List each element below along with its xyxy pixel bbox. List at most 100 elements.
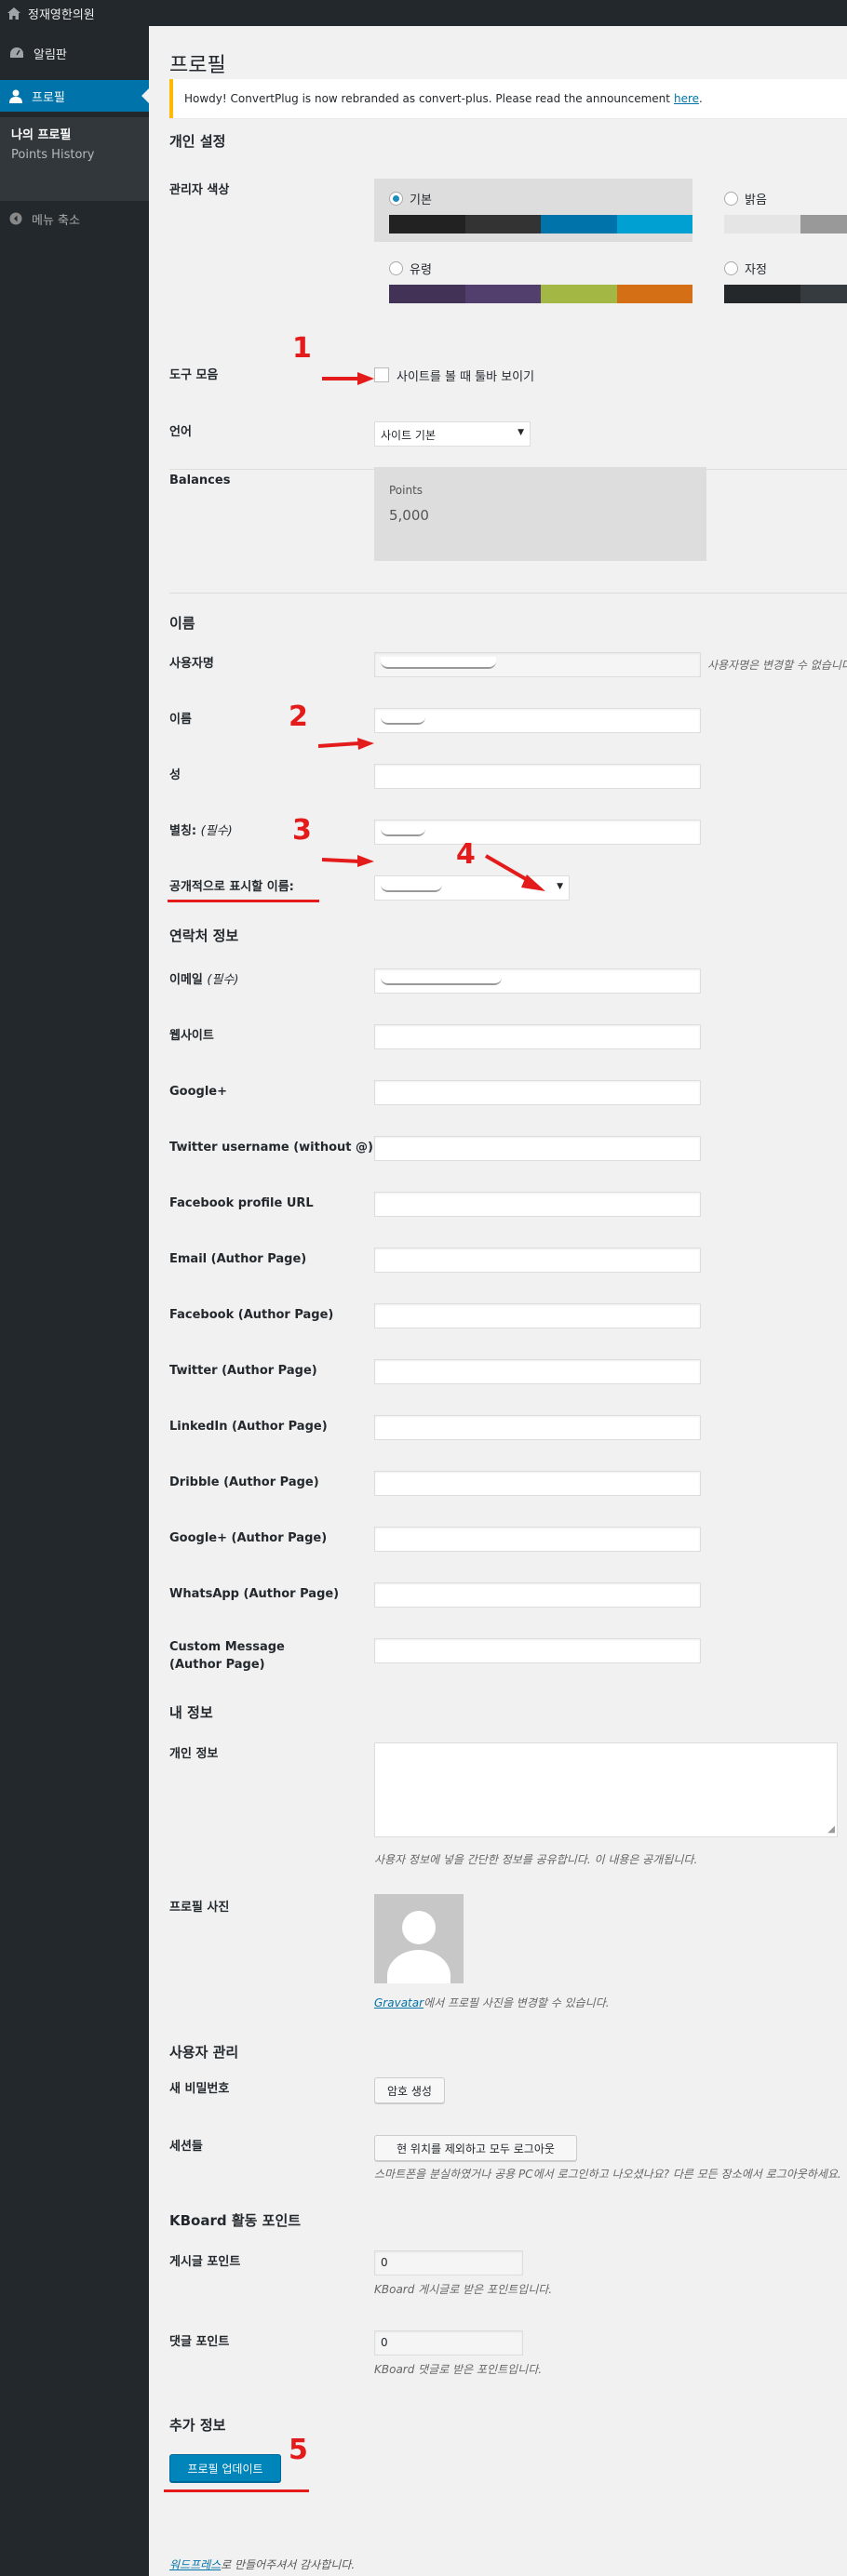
color-scheme-ectoplasm[interactable]: 유령: [374, 248, 692, 312]
generate-password-button[interactable]: 암호 생성: [374, 2077, 445, 2103]
username-description: 사용자명은 변경할 수 없습니다.: [707, 659, 847, 672]
color-scheme-radio[interactable]: [389, 192, 403, 206]
notice-link[interactable]: here: [674, 92, 699, 105]
color-swatches: [724, 215, 847, 234]
chevron-down-icon: ▼: [518, 428, 524, 437]
footer-credit: 워드프레스로 만들어주셔서 감사합니다.: [169, 2556, 355, 2572]
collapse-menu-button[interactable]: 메뉴 축소: [0, 205, 149, 233]
comment-points-label: 댓글 포인트: [169, 2335, 230, 2349]
toolbar-checkbox-label: 사이트를 볼 때 툴바 보이기: [397, 370, 535, 384]
color-scheme-name: 밝음: [745, 194, 767, 207]
last-name-field[interactable]: [374, 764, 701, 789]
update-profile-button[interactable]: 프로필 업데이트: [169, 2454, 281, 2482]
color-swatches: [389, 215, 692, 234]
color-scheme-light[interactable]: 밝음: [709, 179, 847, 242]
footer-text: 로 만들어주셔서 감사합니다.: [221, 2558, 356, 2571]
annotation-arrow-icon: [484, 854, 545, 891]
annotation-5: 5: [289, 2434, 308, 2466]
email-label-text: 이메일: [169, 973, 203, 987]
nickname-label-text: 별칭:: [169, 824, 197, 838]
post-points-label: 게시글 포인트: [169, 2255, 241, 2269]
whatsapp-author-label: WhatsApp (Author Page): [169, 1587, 340, 1601]
personal-settings-heading: 개인 설정: [169, 133, 226, 150]
avatar: [374, 1894, 464, 1983]
google-plus-label: Google+: [169, 1085, 228, 1099]
color-scheme-radio[interactable]: [724, 261, 738, 275]
language-select[interactable]: 사이트 기본 ▼: [374, 421, 531, 447]
annotation-3: 3: [292, 814, 312, 847]
toolbar-checkbox[interactable]: [374, 367, 389, 382]
site-name-link[interactable]: 정재영한의원: [7, 5, 95, 22]
annotation-arrow-icon: [317, 738, 374, 750]
logout-everywhere-button[interactable]: 현 위치를 제외하고 모두 로그아웃: [374, 2135, 577, 2161]
convertplug-notice: Howdy! ConvertPlug is now rebranded as c…: [169, 79, 847, 118]
menu-dashboard-label: 알림판: [34, 47, 67, 62]
twitter-author-field[interactable]: [374, 1359, 701, 1384]
menu-dashboard[interactable]: 알림판: [0, 37, 149, 69]
chevron-down-icon: ▼: [557, 882, 563, 891]
custom-message-field[interactable]: [374, 1638, 701, 1663]
dashboard-icon: [10, 47, 23, 58]
color-swatches: [724, 285, 847, 303]
extra-info-heading: 추가 정보: [169, 2417, 226, 2434]
submenu-my-profile[interactable]: 나의 프로필: [11, 125, 71, 142]
admin-color-label: 관리자 색상: [169, 183, 230, 197]
facebook-profile-label: Facebook profile URL: [169, 1196, 314, 1210]
email-author-field[interactable]: [374, 1248, 701, 1273]
menu-profile-label: 프로필: [32, 90, 65, 105]
new-password-label: 새 비밀번호: [169, 2082, 230, 2096]
color-scheme-fresh[interactable]: 기본: [374, 179, 692, 242]
about-heading: 내 정보: [169, 1704, 213, 1721]
website-label: 웹사이트: [169, 1029, 214, 1043]
profile-submenu: 나의 프로필 Points History: [0, 117, 149, 201]
twitter-username-label: Twitter username (without @): [169, 1141, 373, 1155]
facebook-author-label: Facebook (Author Page): [169, 1308, 334, 1322]
nickname-field[interactable]: [374, 820, 701, 845]
color-scheme-name: 자정: [745, 263, 767, 277]
username-label: 사용자명: [169, 657, 214, 671]
color-scheme-name: 기본: [410, 194, 432, 207]
email-field[interactable]: [374, 968, 701, 994]
google-plus-author-field[interactable]: [374, 1527, 701, 1552]
user-icon: [9, 89, 22, 103]
first-name-label: 이름: [169, 713, 192, 727]
page-title: 프로필: [169, 54, 226, 77]
divider: [169, 593, 847, 594]
collapse-icon: [9, 212, 22, 225]
google-plus-author-label: Google+ (Author Page): [169, 1531, 328, 1545]
name-heading: 이름: [169, 615, 195, 632]
main-content: 프로필 Howdy! ConvertPlug is now rebranded …: [149, 26, 847, 2576]
color-scheme-midnight[interactable]: 자정: [709, 248, 847, 312]
color-scheme-radio[interactable]: [724, 192, 738, 206]
whatsapp-author-field[interactable]: [374, 1582, 701, 1608]
submenu-points-history[interactable]: Points History: [11, 148, 94, 162]
wordpress-link[interactable]: 워드프레스: [169, 2558, 221, 2571]
color-scheme-radio[interactable]: [389, 261, 403, 275]
menu-profile[interactable]: 프로필: [0, 80, 149, 112]
facebook-author-field[interactable]: [374, 1303, 701, 1328]
resize-handle-icon[interactable]: ◢: [827, 1824, 835, 1835]
account-management-heading: 사용자 관리: [169, 2044, 239, 2061]
bio-description: 사용자 정보에 넣을 간단한 정보를 공유합니다. 이 내용은 공개됩니다.: [374, 1853, 698, 1866]
twitter-username-field[interactable]: [374, 1136, 701, 1161]
site-name: 정재영한의원: [28, 8, 95, 22]
gravatar-description: Gravatar에서 프로필 사진을 변경할 수 있습니다.: [374, 1995, 610, 2010]
linkedin-author-field[interactable]: [374, 1415, 701, 1440]
bio-textarea[interactable]: ◢: [374, 1742, 838, 1837]
gravatar-link[interactable]: Gravatar: [374, 1996, 424, 2009]
annotation-2: 2: [289, 701, 308, 733]
sessions-label: 세션들: [169, 2140, 203, 2154]
dribble-author-field[interactable]: [374, 1471, 701, 1496]
google-plus-field[interactable]: [374, 1080, 701, 1105]
notice-text: Howdy! ConvertPlug is now rebranded as c…: [184, 92, 670, 105]
first-name-field[interactable]: [374, 708, 701, 733]
admin-sidebar: 알림판 프로필 나의 프로필 Points History 메뉴 축소: [0, 26, 149, 2576]
comment-points-field: 0: [374, 2330, 523, 2356]
dribble-author-label: Dribble (Author Page): [169, 1475, 319, 1489]
gravatar-text: 에서 프로필 사진을 변경할 수 있습니다.: [424, 1996, 610, 2009]
notice-period: .: [699, 92, 703, 105]
annotation-underline: [168, 900, 319, 902]
facebook-profile-field[interactable]: [374, 1192, 701, 1217]
website-field[interactable]: [374, 1024, 701, 1049]
color-swatches: [389, 285, 692, 303]
